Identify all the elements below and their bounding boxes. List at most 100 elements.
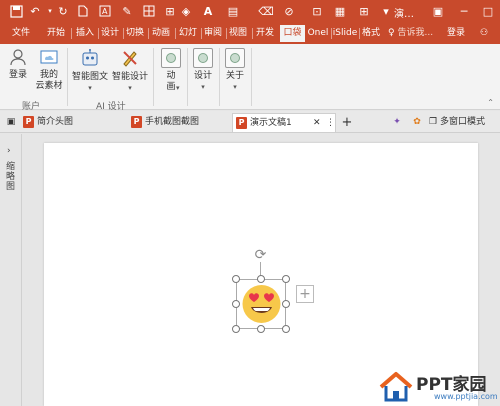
chevron-down-icon: ▾ — [128, 84, 132, 92]
multi-window-label: 多窗口模式 — [439, 117, 485, 127]
more-icon[interactable]: ⋮ — [326, 114, 335, 133]
cloud-folder-icon — [40, 50, 58, 64]
doc-tab[interactable]: P 手机截图截图 — [128, 113, 232, 132]
about-icon — [225, 48, 245, 68]
group-separator — [153, 48, 154, 106]
tab-home[interactable]: 开始 — [44, 25, 68, 42]
chevron-down-icon[interactable]: ▾ — [176, 84, 180, 92]
login-button[interactable]: 登录 — [5, 48, 31, 81]
document-tabs: ▣ P 简介头图 P 手机截图截图 P 演示文稿1 ✕ ⋮ + ✦ ✿ ❐ 多窗口模式 — [0, 111, 500, 133]
smart-design-button[interactable]: 智能设计 ▾ — [111, 48, 149, 94]
tab-format[interactable]: 格式 — [360, 25, 382, 42]
design-icon — [193, 48, 213, 68]
user-icon — [10, 49, 26, 66]
powerpoint-icon: P — [236, 116, 247, 129]
group-separator — [67, 48, 68, 106]
thumbnail-label: 缩略图 — [6, 162, 16, 192]
minimize-icon[interactable]: ─ — [456, 3, 472, 19]
text-box-icon[interactable]: A — [97, 3, 113, 19]
window-title: 演… — [394, 9, 414, 20]
tab-developer[interactable]: 开发 — [253, 25, 277, 42]
powerpoint-icon: P — [131, 115, 142, 128]
layout-options-button[interactable]: + — [296, 285, 314, 303]
doc-tab[interactable]: P 简介头图 — [20, 113, 125, 132]
fill-color-icon[interactable]: ◈ — [178, 3, 194, 19]
svg-text:A: A — [102, 7, 108, 16]
resize-handle[interactable] — [282, 325, 290, 333]
chevron-down-icon: ▾ — [88, 84, 92, 92]
smart-text-button[interactable]: 智能图文 ▾ — [71, 48, 109, 94]
tab-animations[interactable]: 动画 — [149, 25, 173, 42]
tab-design[interactable]: 设计 — [99, 25, 121, 42]
new-tab-button[interactable]: + — [340, 113, 354, 132]
table-icon[interactable] — [141, 3, 157, 19]
smart-text-label: 智能图文 — [71, 72, 108, 82]
title-bar: ↶ ▾ ↻ A ✎ ⊞ ◈ A ▤ ⌫ ⊘ ⊡ ▦ ⊞ ▾ 演… ▣ ─ □ — [0, 0, 500, 22]
group-separator — [219, 48, 220, 106]
watermark: PPT家园 www.pptjia.com — [376, 368, 500, 406]
customize-qa-icon[interactable]: ▾ — [378, 3, 394, 19]
pen-icon[interactable]: ✎ — [119, 3, 135, 19]
cloud-material-label-1: 我的 — [39, 70, 58, 80]
tab-separator — [71, 28, 72, 39]
about-button[interactable]: 关于 ▾ — [222, 48, 248, 93]
tab-review[interactable]: 审阅 — [202, 25, 224, 42]
more-icon[interactable]: ⊞ — [356, 3, 372, 19]
redo-icon[interactable]: ↻ — [55, 3, 71, 19]
resize-handle[interactable] — [257, 275, 265, 283]
color-picker-icon[interactable]: ▦ — [332, 3, 348, 19]
resize-handle[interactable] — [282, 300, 290, 308]
new-file-icon[interactable] — [75, 3, 91, 19]
close-icon[interactable]: ✕ — [313, 114, 321, 133]
layout-icon[interactable]: ⊞ — [162, 3, 178, 19]
tab-islide[interactable]: iSlide — [332, 25, 358, 42]
tab-pocket[interactable]: 口袋 — [280, 25, 305, 42]
resize-handle[interactable] — [257, 325, 265, 333]
magic-wand-icon[interactable]: ✦ — [390, 113, 404, 132]
eraser-icon[interactable]: ⌫ — [258, 3, 274, 19]
tab-transitions[interactable]: 切换 — [124, 25, 146, 42]
smart-design-label: 智能设计 — [111, 72, 148, 82]
login-link[interactable]: 登录 — [444, 25, 468, 42]
animation-button[interactable]: 动 画 — [158, 48, 184, 93]
font-color-icon[interactable]: A — [200, 3, 216, 19]
format-painter-icon[interactable]: ▤ — [225, 3, 241, 19]
resize-handle[interactable] — [232, 300, 240, 308]
design-button[interactable]: 设计 ▾ — [190, 48, 216, 93]
cloud-material-label-2: 云素材 — [35, 81, 63, 91]
maximize-icon[interactable]: □ — [480, 3, 496, 19]
group-separator — [251, 48, 252, 106]
fullscreen-icon[interactable]: ⊡ — [309, 3, 325, 19]
tab-file[interactable]: 文件 — [8, 25, 34, 42]
tab-view[interactable]: 视图 — [227, 25, 249, 42]
ribbon-tabs: 文件 开始 插入 设计 切换 动画 幻灯 审阅 视图 开发 口袋 Onel iS… — [0, 22, 500, 44]
multi-window-button[interactable]: ❐ 多窗口模式 — [429, 113, 499, 132]
shape-outline-icon[interactable]: ⊘ — [281, 3, 297, 19]
thumbnail-panel[interactable]: › 缩略图 — [0, 134, 22, 406]
tab-insert[interactable]: 插入 — [73, 25, 97, 42]
save-icon[interactable] — [8, 3, 24, 19]
resize-handle[interactable] — [232, 275, 240, 283]
animation-label-1: 动 — [166, 71, 176, 81]
cloud-material-button[interactable]: 我的 云素材 — [34, 48, 64, 92]
tab-onekey[interactable]: Onel — [306, 25, 330, 42]
doc-tab-label: 演示文稿1 — [250, 118, 292, 128]
resize-handle[interactable] — [282, 275, 290, 283]
ribbon-panel: 登录 我的 云素材 账户 智能图文 ▾ 智能设计 ▾ AI 设计 动 画 ▾ 设… — [0, 44, 500, 112]
doc-tab-active[interactable]: P 演示文稿1 ✕ ⋮ — [232, 113, 336, 132]
restore-icon[interactable]: ▣ — [430, 3, 446, 19]
chevron-down-icon: ▾ — [201, 83, 205, 91]
robot-icon — [82, 49, 98, 66]
tell-me-search[interactable]: ♀ 告诉我... — [388, 25, 440, 42]
collapse-ribbon-icon[interactable]: ⌃ — [487, 98, 494, 107]
settings-gear-icon[interactable]: ✿ — [410, 113, 424, 132]
tab-slideshow[interactable]: 幻灯 — [176, 25, 200, 42]
resize-handle[interactable] — [232, 325, 240, 333]
watermark-url: www.pptjia.com — [434, 392, 498, 401]
expand-chevron-icon[interactable]: › — [7, 146, 11, 156]
doc-tab-label: 简介头图 — [37, 117, 74, 127]
heart-eyes-emoji[interactable] — [239, 281, 284, 326]
doc-list-icon[interactable]: ▣ — [4, 113, 18, 132]
undo-icon[interactable]: ↶ — [27, 3, 43, 19]
share-user-icon[interactable]: ⚇ — [473, 25, 495, 42]
